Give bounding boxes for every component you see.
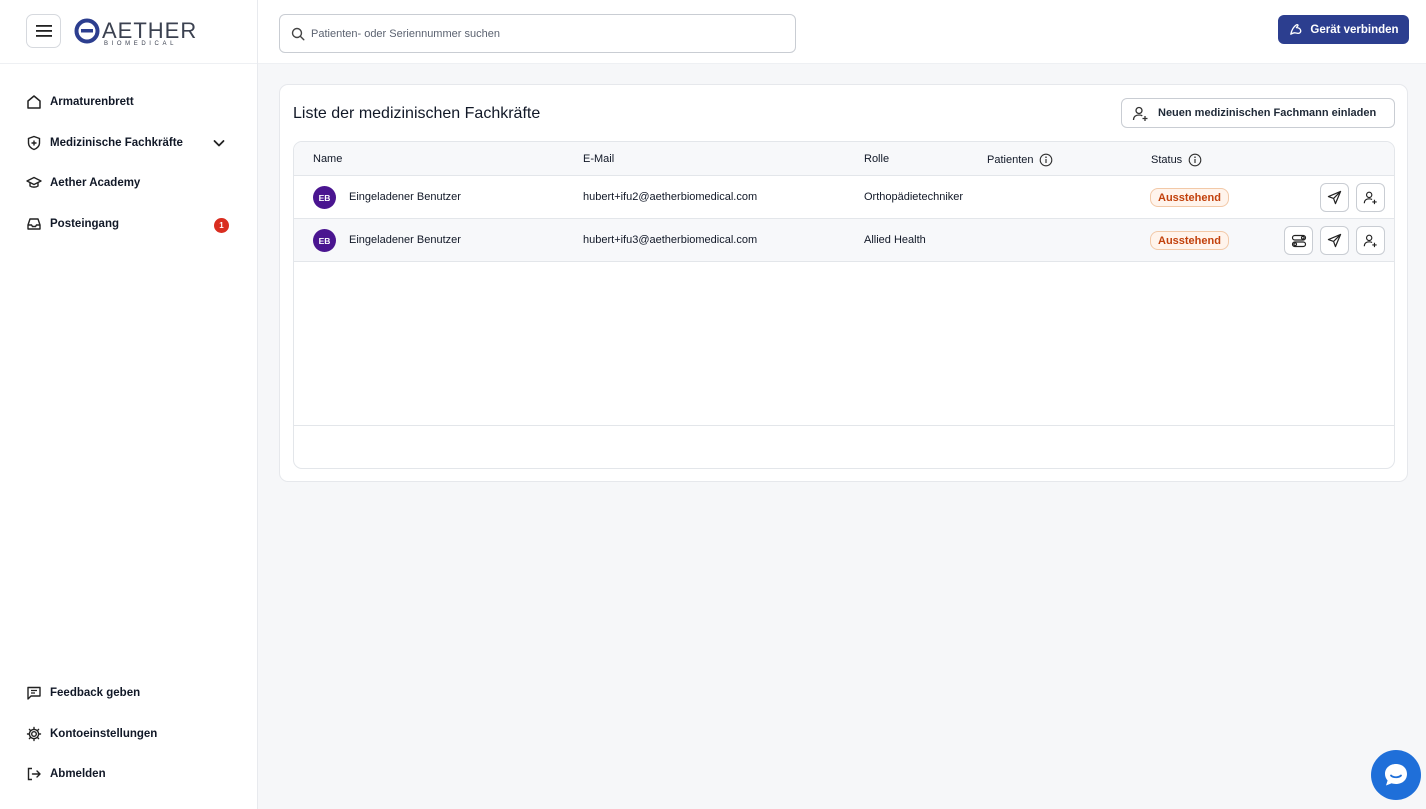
column-header-role[interactable]: Rolle (864, 153, 889, 165)
sidebar-item-professionals[interactable]: Medizinische Fachkräfte (0, 123, 258, 164)
professionals-table: Name E-Mail Rolle Patienten Status EB Ei… (293, 141, 1395, 469)
gear-icon (25, 725, 43, 743)
user-plus-icon (1132, 106, 1148, 121)
message-square-icon (25, 684, 43, 702)
edit-permissions-button[interactable] (1284, 226, 1313, 255)
info-icon[interactable] (1039, 153, 1053, 167)
home-icon (25, 93, 43, 111)
sidebar-item-label: Armaturenbrett (50, 96, 134, 109)
top-bar: Gerät verbinden (258, 0, 1426, 64)
info-icon[interactable] (1188, 153, 1202, 167)
shield-plus-icon (25, 134, 43, 152)
sidebar-item-label: Medizinische Fachkräfte (50, 136, 183, 149)
column-header-name[interactable]: Name (313, 153, 342, 165)
logout-icon (25, 765, 43, 783)
sidebar-item-logout[interactable]: Abmelden (0, 754, 258, 795)
search-icon (291, 27, 305, 40)
sidebar-item-dashboard[interactable]: Armaturenbrett (0, 82, 258, 123)
row-name: Eingeladener Benutzer (349, 191, 461, 203)
table-header: Name E-Mail Rolle Patienten Status (294, 142, 1394, 176)
hamburger-icon (35, 25, 52, 37)
search-input[interactable] (311, 27, 781, 40)
sidebar-item-feedback[interactable]: Feedback geben (0, 673, 258, 714)
row-name: Eingeladener Benutzer (349, 234, 461, 246)
row-email: hubert+ifu3@aetherbiomedical.com (583, 234, 758, 246)
sidebar-item-academy[interactable]: Aether Academy (0, 163, 258, 204)
menu-toggle-button[interactable] (26, 14, 61, 48)
send-icon (1327, 233, 1342, 248)
sidebar-item-label: Kontoeinstellungen (50, 727, 158, 740)
row-role: Allied Health (864, 234, 926, 246)
avatar: EB (313, 186, 336, 209)
sidebar: AETHER BIOMEDICAL Armaturenbrett Medizin… (0, 0, 258, 809)
sidebar-bottom-nav: Feedback geben Kontoeinstellungen Abmeld… (0, 673, 258, 795)
column-header-patients[interactable]: Patienten (987, 153, 1053, 167)
brand-sub: BIOMEDICAL (104, 41, 178, 47)
page-title: Liste der medizinischen Fachkräfte (293, 105, 541, 122)
user-plus-icon (1363, 191, 1377, 205)
connect-device-label: Gerät verbinden (1310, 23, 1399, 36)
status-badge: Ausstehend (1150, 231, 1229, 250)
brand-name: AETHER (102, 18, 198, 43)
send-icon (1327, 190, 1342, 205)
sidebar-item-label: Aether Academy (50, 177, 141, 190)
column-header-status[interactable]: Status (1151, 153, 1202, 167)
sidebar-item-settings[interactable]: Kontoeinstellungen (0, 714, 258, 755)
column-header-email[interactable]: E-Mail (583, 153, 614, 165)
user-plus-icon (1363, 234, 1377, 248)
status-badge: Ausstehend (1150, 188, 1229, 207)
sidebar-header: AETHER BIOMEDICAL (0, 0, 257, 64)
connect-device-button[interactable]: Gerät verbinden (1278, 15, 1409, 44)
resend-invite-button[interactable] (1320, 183, 1349, 212)
logo-mark-icon (74, 18, 100, 44)
sidebar-item-inbox[interactable]: Posteingang 1 (0, 204, 258, 245)
sidebar-item-label: Abmelden (50, 768, 106, 781)
professionals-card: Liste der medizinischen Fachkräfte Neuen… (279, 84, 1408, 482)
toggle-settings-icon (1291, 234, 1306, 247)
chat-bubble-icon (1385, 764, 1407, 786)
assign-patient-button[interactable] (1356, 183, 1385, 212)
chevron-down-icon[interactable] (211, 135, 227, 151)
row-email: hubert+ifu2@aetherbiomedical.com (583, 191, 758, 203)
avatar: EB (313, 229, 336, 252)
chat-widget-button[interactable] (1371, 750, 1421, 800)
arm-icon (1290, 23, 1302, 35)
table-row[interactable]: EB Eingeladener Benutzer hubert+ifu3@aet… (294, 219, 1394, 262)
assign-patient-button[interactable] (1356, 226, 1385, 255)
table-row[interactable]: EB Eingeladener Benutzer hubert+ifu2@aet… (294, 176, 1394, 219)
inbox-count-badge: 1 (214, 217, 229, 233)
resend-invite-button[interactable] (1320, 226, 1349, 255)
row-role: Orthopädietechniker (864, 191, 964, 203)
search-box[interactable] (279, 14, 796, 53)
table-footer-divider (294, 425, 1394, 426)
graduation-cap-icon (25, 174, 43, 192)
brand-logo[interactable]: AETHER BIOMEDICAL (74, 16, 198, 47)
sidebar-nav: Armaturenbrett Medizinische Fachkräfte A… (0, 82, 258, 244)
inbox-icon (25, 215, 43, 233)
sidebar-item-label: Feedback geben (50, 687, 141, 700)
invite-professional-button[interactable]: Neuen medizinischen Fachmann einladen (1121, 98, 1395, 128)
invite-professional-label: Neuen medizinischen Fachmann einladen (1158, 107, 1377, 119)
sidebar-item-label: Posteingang (50, 217, 120, 230)
